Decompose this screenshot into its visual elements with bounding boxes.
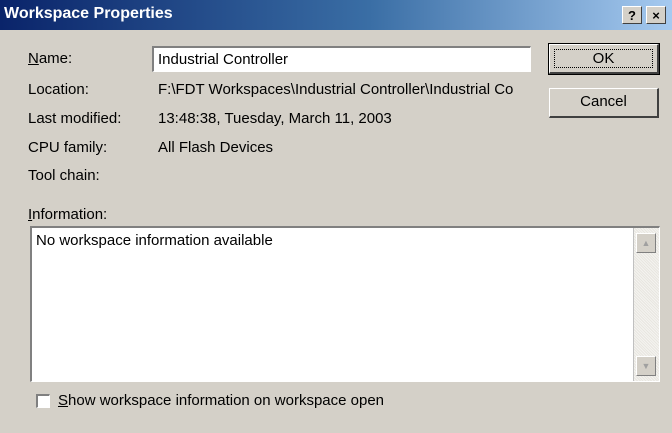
last-modified-value: 13:48:38, Tuesday, March 11, 2003 [158,110,392,127]
ok-button-label: OK [554,49,653,68]
window-title: Workspace Properties [4,5,173,22]
cpu-family-value: All Flash Devices [158,139,274,156]
last-modified-label: Last modified: [28,110,122,127]
cancel-button[interactable]: Cancel [549,88,659,118]
checkbox-label-accel: S [58,392,69,409]
close-button[interactable]: × [646,6,666,24]
location-value: F:\FDT Workspaces\Industrial Controller\… [158,81,514,98]
name-label: Name: [28,50,72,67]
arrow-up-icon: ▲ [641,238,651,248]
close-icon: × [652,8,660,23]
name-label-accel: N [28,50,39,67]
arrow-down-icon: ▼ [641,361,651,371]
ok-button[interactable]: OK [548,43,660,75]
information-label: Information: [28,206,107,223]
show-info-checkbox-label[interactable]: Show workspace information on workspace … [58,392,384,409]
cpu-family-label: CPU family: [28,139,108,156]
tool-chain-label: Tool chain: [28,167,100,184]
information-text: No workspace information available [36,232,273,249]
help-button[interactable]: ? [622,6,642,24]
show-info-checkbox[interactable] [36,394,50,408]
information-label-text: nformation: [32,206,108,223]
scroll-up-button[interactable]: ▲ [636,233,656,253]
title-bar[interactable]: Workspace Properties ? × [0,0,672,30]
scroll-down-button[interactable]: ▼ [636,356,656,376]
name-input[interactable] [152,46,531,72]
help-icon: ? [628,8,636,23]
checkbox-label-text: how workspace information on workspace o… [68,392,385,409]
name-label-text: ame: [38,50,73,67]
vertical-scrollbar[interactable]: ▲ ▼ [633,228,659,381]
information-textarea[interactable]: No workspace information available ▲ ▼ [30,226,660,382]
location-label: Location: [28,81,89,98]
